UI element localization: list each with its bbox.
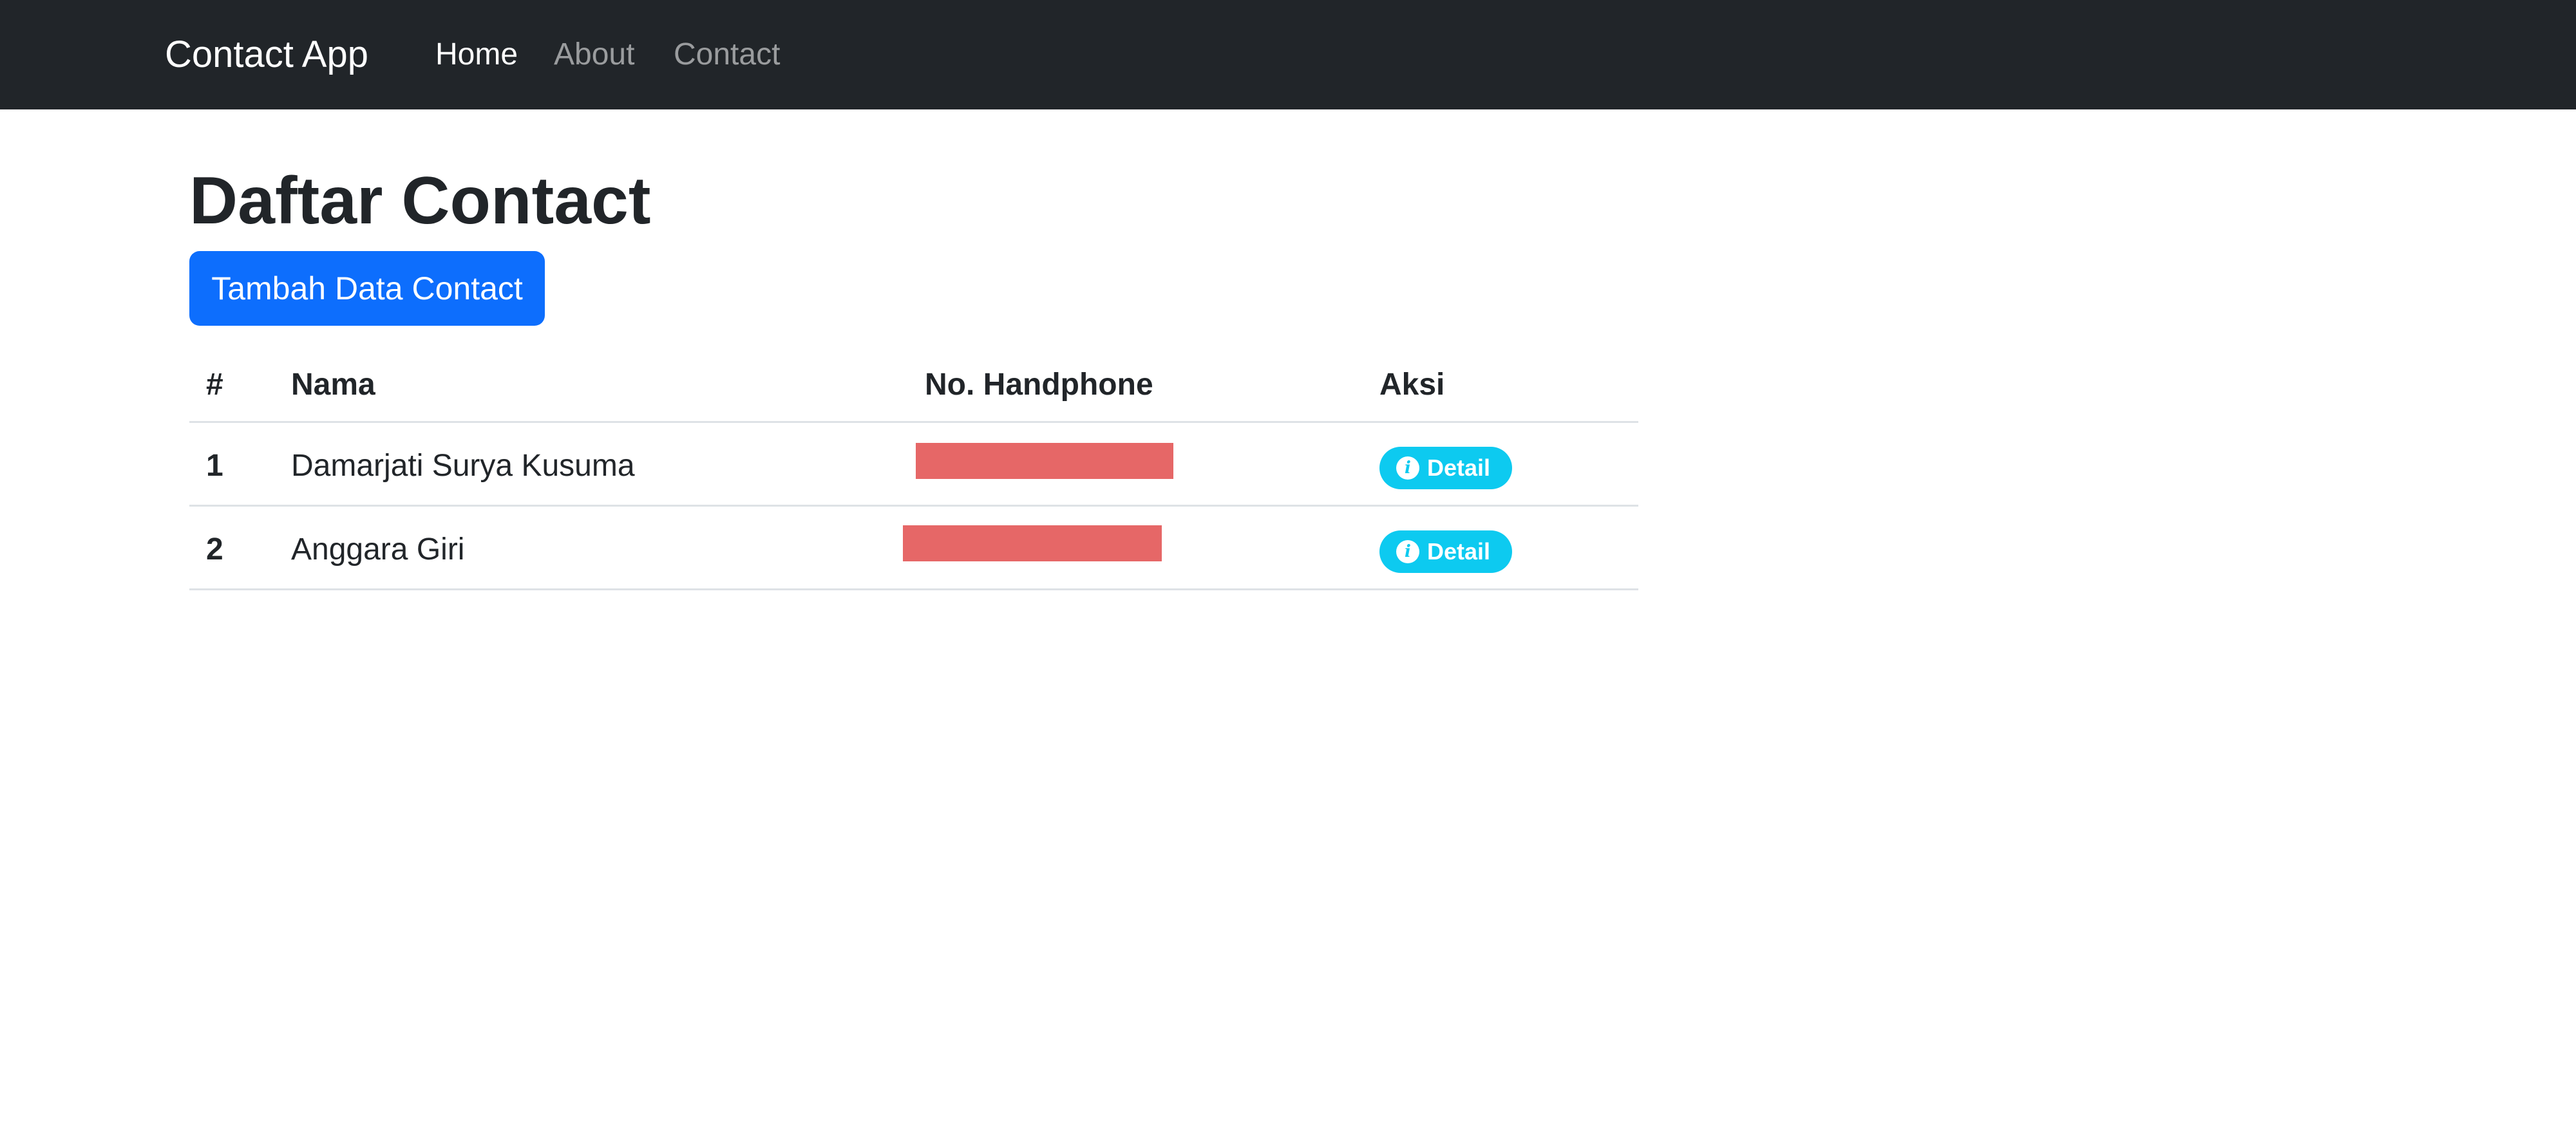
nav-link-contact[interactable]: Contact (674, 33, 780, 76)
info-icon: i (1396, 456, 1419, 480)
nav-link-about[interactable]: About (554, 33, 634, 76)
info-icon: i (1396, 540, 1419, 563)
page-title: Daftar Contact (189, 164, 651, 238)
header-action: Aksi (1379, 368, 1445, 402)
header-number: # (206, 368, 223, 402)
brand-link[interactable]: Contact App (165, 31, 368, 79)
add-contact-button[interactable]: Tambah Data Contact (189, 251, 545, 326)
detail-button[interactable]: i Detail (1379, 530, 1512, 573)
navbar: Contact App Home About Contact (0, 0, 2576, 109)
row-number: 2 (206, 532, 223, 567)
contact-name: Anggara Giri (291, 532, 465, 567)
phone-redacted (903, 525, 1162, 561)
table-divider (189, 505, 1638, 507)
row-number: 1 (206, 449, 223, 483)
detail-button[interactable]: i Detail (1379, 447, 1512, 489)
table-divider (189, 588, 1638, 590)
contact-name: Damarjati Surya Kusuma (291, 449, 635, 483)
phone-redacted (916, 443, 1173, 479)
detail-label: Detail (1427, 538, 1491, 565)
header-phone: No. Handphone (925, 368, 1153, 402)
detail-label: Detail (1427, 454, 1491, 481)
nav-link-home[interactable]: Home (435, 33, 518, 76)
table-divider (189, 421, 1638, 423)
header-name: Nama (291, 368, 375, 402)
